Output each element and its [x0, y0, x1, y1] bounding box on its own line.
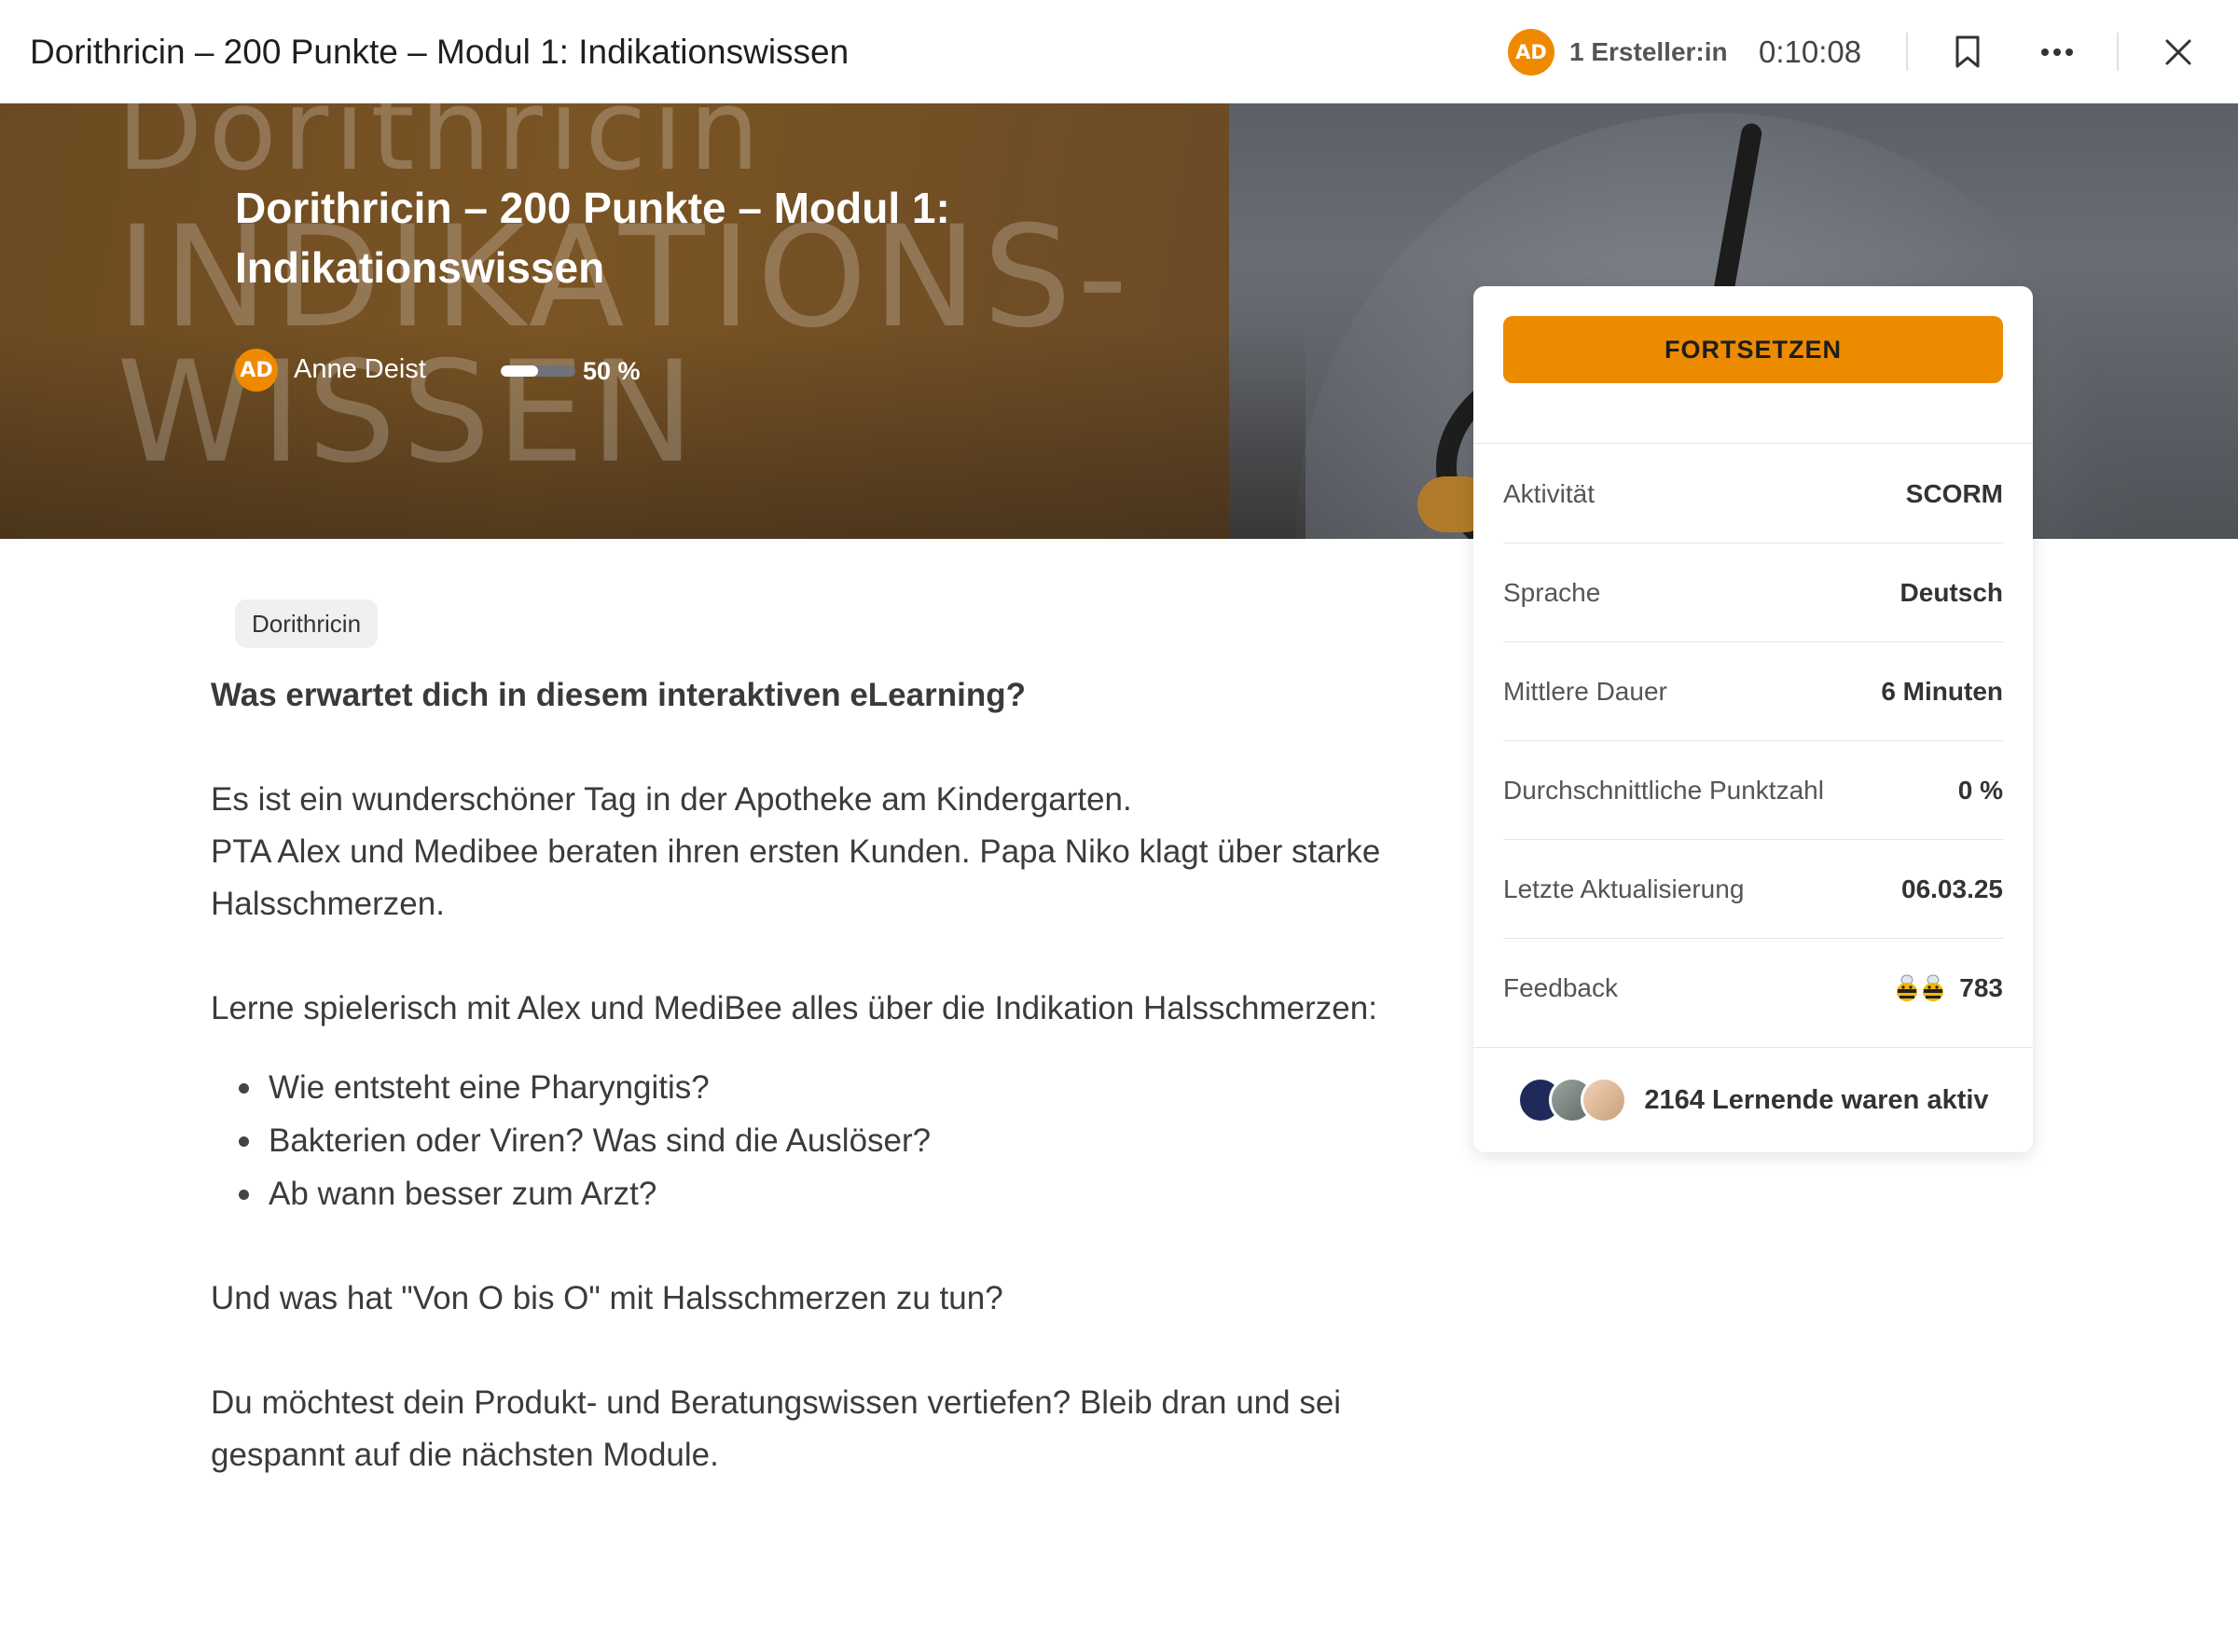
divider: [2117, 33, 2119, 71]
top-bar: Dorithricin – 200 Punkte – Modul 1: Indi…: [0, 0, 2238, 103]
info-row-score: Durchschnittliche Punktzahl 0 %: [1503, 741, 2003, 840]
info-label: Letzte Aktualisierung: [1503, 874, 1745, 903]
list-item: Ab wann besser zum Arzt?: [239, 1167, 1404, 1220]
info-label: Aktivität: [1503, 478, 1596, 508]
info-value: 0 %: [1957, 775, 2003, 805]
course-info-card: FORTSETZEN Aktivität SCORM Sprache Deuts…: [1473, 286, 2033, 1152]
bookmark-icon[interactable]: [1943, 28, 1992, 76]
description-paragraph: Und was hat "Von O bis O" mit Halsschmer…: [211, 1280, 1003, 1316]
description-paragraph: Lerne spielerisch mit Alex und MediBee a…: [211, 990, 1377, 1026]
info-row-duration: Mittlere Dauer 6 Minuten: [1503, 642, 2003, 741]
list-item: Bakterien oder Viren? Was sind die Auslö…: [239, 1114, 1404, 1167]
feedback-value[interactable]: 783: [1894, 971, 2003, 1005]
info-label: Feedback: [1503, 973, 1618, 1002]
author-avatar[interactable]: AD: [235, 349, 278, 392]
bee-icon: [1894, 971, 1948, 1005]
continue-button[interactable]: FORTSETZEN: [1503, 316, 2003, 383]
author-name[interactable]: Anne Deist: [294, 344, 426, 394]
info-row-feedback: Feedback 783: [1503, 939, 2003, 1038]
info-label: Durchschnittliche Punktzahl: [1503, 775, 1824, 805]
progress-fill: [501, 365, 538, 377]
info-label: Sprache: [1503, 577, 1601, 607]
divider: [1906, 33, 1908, 71]
info-value: 6 Minuten: [1881, 676, 2003, 706]
session-timer: 0:10:08: [1759, 34, 1862, 69]
creator-avatar[interactable]: AD: [1508, 29, 1554, 76]
progress-label: 50 %: [583, 357, 641, 385]
description-heading: Was erwartet dich in diesem interaktiven…: [211, 677, 1026, 713]
info-value: 06.03.25: [1901, 874, 2003, 903]
active-learners[interactable]: 2164 Lernende waren aktiv: [1473, 1048, 2033, 1152]
info-row-language: Sprache Deutsch: [1503, 544, 2003, 642]
more-icon[interactable]: [2033, 28, 2081, 76]
course-description: Was erwartet dich in diesem interaktiven…: [211, 669, 1404, 1534]
course-title: Dorithricin – 200 Punkte – Modul 1: Indi…: [30, 33, 850, 71]
info-row-updated: Letzte Aktualisierung 06.03.25: [1503, 840, 2003, 939]
divider: [1473, 443, 2033, 444]
description-paragraph: Es ist ein wunderschöner Tag in der Apot…: [211, 774, 1404, 930]
progress-bar: [501, 365, 575, 377]
info-value: SCORM: [1905, 478, 2003, 508]
info-value: Deutsch: [1900, 577, 2003, 607]
avatar: [1581, 1077, 1628, 1123]
paragraph-line: Es ist ein wunderschöner Tag in der Apot…: [211, 781, 1132, 818]
feedback-count: 783: [1959, 973, 2003, 1002]
description-paragraph: Du möchtest dein Produkt- und Beratungsw…: [211, 1384, 1342, 1473]
close-icon[interactable]: [2154, 28, 2203, 76]
learner-avatars: [1517, 1077, 1628, 1123]
learners-count: 2164 Lernende waren aktiv: [1644, 1084, 1989, 1115]
paragraph-line: PTA Alex und Medibee beraten ihren erste…: [211, 833, 1381, 922]
list-item: Wie entsteht eine Pharyngitis?: [239, 1061, 1404, 1114]
info-row-activity: Aktivität SCORM: [1503, 445, 2003, 544]
creators-link[interactable]: 1 Ersteller:in: [1569, 0, 1728, 103]
topic-tag[interactable]: Dorithricin: [235, 599, 379, 648]
topic-list: Wie entsteht eine Pharyngitis? Bakterien…: [239, 1061, 1404, 1220]
info-label: Mittlere Dauer: [1503, 676, 1667, 706]
hero-title: Dorithricin – 200 Punkte – Modul 1: Indi…: [235, 184, 950, 292]
